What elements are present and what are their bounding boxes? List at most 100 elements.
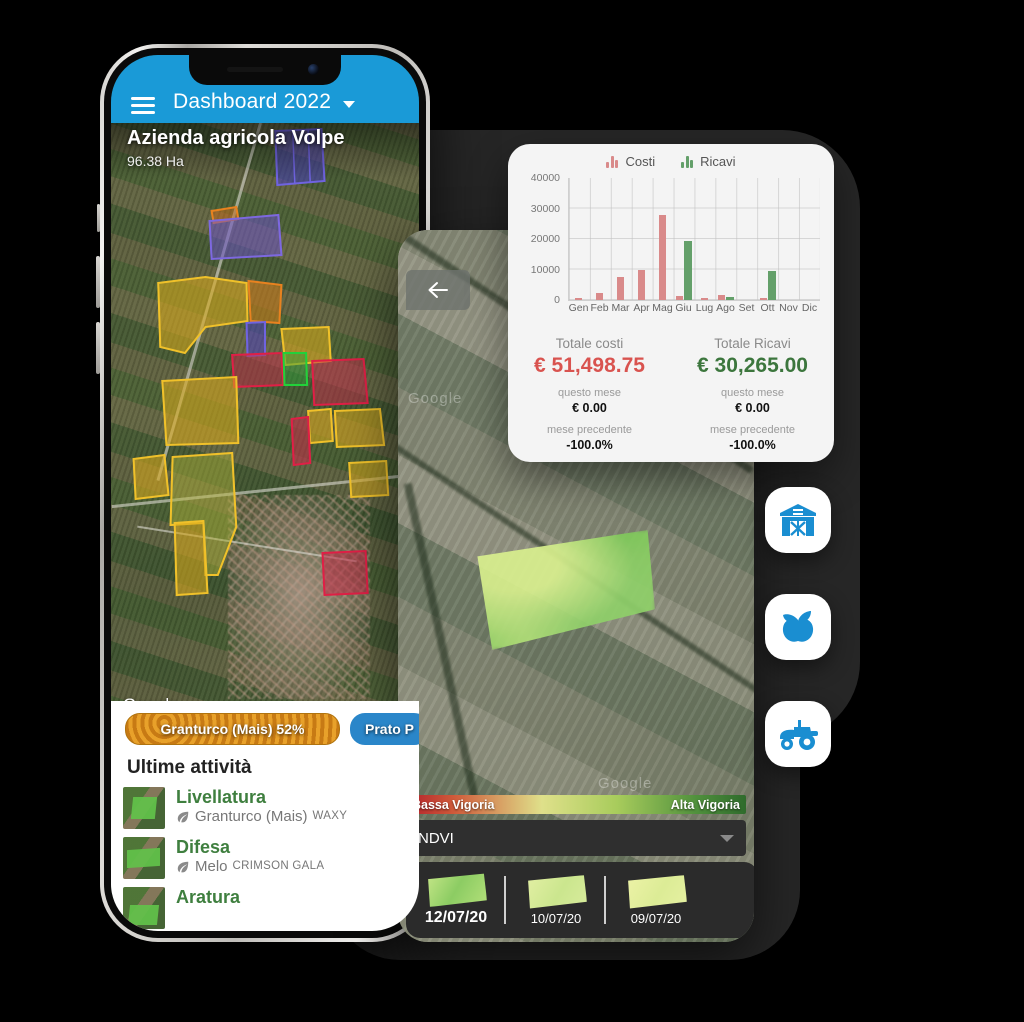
- vigor-high-label: Alta Vigoria: [670, 797, 740, 812]
- phone-mute-switch[interactable]: [97, 204, 100, 232]
- bar-group: [673, 178, 694, 300]
- this-month-value: € 0.00: [735, 401, 770, 415]
- ndvi-thumbnail-image: [628, 875, 687, 909]
- thumbnail-date: 10/07/20: [530, 910, 582, 926]
- total-costs-caption: Totale costi: [555, 336, 624, 351]
- x-tick-label: Gen: [568, 302, 589, 314]
- bar-costi: [658, 214, 667, 300]
- legend-label: Ricavi: [700, 154, 736, 169]
- caret-down-icon: [720, 834, 734, 842]
- ndvi-thumbnail-image: [528, 875, 587, 909]
- bar-ricavi: [684, 240, 692, 300]
- x-tick-label: Apr: [633, 302, 650, 314]
- back-button[interactable]: [406, 270, 470, 310]
- crop-name: Granturco (Mais): [195, 808, 308, 825]
- bar-group: [715, 178, 736, 300]
- activity-name: Aratura: [176, 887, 241, 907]
- phone-volume-down-button[interactable]: [96, 322, 100, 374]
- screenshot-canvas: Dashboard 2022 Azienda agricola Volpe 96…: [0, 0, 1024, 1022]
- fab-crops[interactable]: [765, 594, 831, 660]
- this-month-caption: questo mese: [721, 387, 784, 399]
- date-thumbnail[interactable]: 12/07/20: [406, 862, 506, 938]
- crop-chip-list: Granturco (Mais) 52% Prato P: [111, 701, 419, 745]
- y-tick-label: 0: [554, 294, 560, 306]
- activity-name: Livellatura: [176, 787, 267, 807]
- crop-variety: WAXY: [312, 810, 348, 822]
- x-tick-label: Nov: [779, 302, 798, 314]
- y-tick-label: 30000: [530, 202, 560, 215]
- front-camera: [308, 64, 319, 75]
- index-select-value: NDVI: [418, 829, 454, 847]
- y-tick-label: 40000: [530, 172, 560, 184]
- index-select[interactable]: NDVI: [406, 820, 746, 856]
- x-tick-label: Ago: [716, 302, 735, 314]
- crop-chip-granturco[interactable]: Granturco (Mais) 52%: [125, 713, 340, 745]
- legend-item-costi[interactable]: Costi: [606, 154, 655, 169]
- x-tick-label: Ott: [760, 302, 775, 314]
- chart-legend: Costi Ricavi: [508, 144, 834, 169]
- totals-row: Totale costi € 51,498.75 questo mese € 0…: [508, 336, 834, 452]
- prev-month-value: -100.0%: [729, 438, 776, 452]
- barn-icon: [780, 504, 816, 536]
- tractor-icon: [780, 720, 818, 750]
- fab-machinery[interactable]: [765, 701, 831, 767]
- crop-chip-prato[interactable]: Prato P: [350, 713, 419, 745]
- this-month-value: € 0.00: [572, 401, 607, 415]
- earpiece-speaker: [227, 67, 283, 72]
- vigor-legend-bar: Bassa Vigoria Alta Vigoria: [406, 795, 746, 814]
- list-item[interactable]: Livellatura Granturco (Mais) WAXY: [123, 785, 419, 835]
- x-tick-label: Giu: [675, 302, 692, 314]
- list-item[interactable]: Difesa Melo CRIMSON GALA: [123, 835, 419, 885]
- x-tick-label: Feb: [590, 302, 609, 314]
- total-revenue-value: € 30,265.00: [697, 354, 808, 377]
- total-costs-value: € 51,498.75: [534, 354, 645, 377]
- thumbnail-date: 09/07/20: [630, 910, 682, 926]
- bar-costi: [616, 277, 625, 300]
- bar-ricavi: [726, 296, 734, 300]
- legend-label: Costi: [625, 154, 656, 169]
- bar-group: [652, 178, 673, 300]
- activity-crop: Granturco (Mais) WAXY: [176, 807, 419, 826]
- y-tick-label: 10000: [530, 263, 560, 276]
- apple-icon: [782, 611, 814, 642]
- field-polygon-layer: [132, 127, 390, 597]
- bar-chart-icon: [681, 155, 694, 168]
- date-thumbnail[interactable]: 10/07/20: [506, 862, 606, 938]
- thumbnail-date: 12/07/20: [424, 909, 488, 926]
- phone-notch: [189, 55, 341, 85]
- x-axis-tick-labels: Gen Feb Mar Apr Mag Giu Lug Ago Set Ott Nov Dic: [568, 302, 820, 314]
- farm-area: 96.38 Ha: [127, 153, 184, 169]
- legend-item-ricavi[interactable]: Ricavi: [681, 154, 736, 169]
- caret-down-icon[interactable]: [343, 101, 356, 108]
- bar-costi: [700, 298, 709, 300]
- bar-chart-icon: [606, 155, 619, 168]
- hamburger-menu-icon[interactable]: [131, 97, 155, 114]
- total-costs: Totale costi € 51,498.75 questo mese € 0…: [508, 336, 671, 452]
- chart-bars: [568, 178, 820, 300]
- bar-group: [631, 178, 652, 300]
- date-thumbnail-strip[interactable]: 12/07/20 10/07/20 09/07/20: [406, 862, 754, 938]
- leaf-icon: [177, 861, 189, 872]
- date-thumbnail[interactable]: 09/07/20: [606, 862, 706, 938]
- activity-list: Livellatura Granturco (Mais) WAXY Difesa…: [111, 785, 419, 931]
- list-item[interactable]: Aratura: [123, 885, 419, 931]
- costs-revenue-card: Costi Ricavi 0 10000 20000 30000 40000 Gen Fe…: [508, 144, 834, 462]
- this-month-caption: questo mese: [558, 387, 621, 399]
- google-attribution: Google: [598, 775, 653, 792]
- bar-costi: [595, 293, 604, 300]
- farm-name: Azienda agricola Volpe: [127, 127, 345, 149]
- bar-group: [778, 178, 799, 300]
- ndvi-thumbnail-image: [428, 873, 487, 907]
- y-tick-label: 20000: [530, 233, 560, 245]
- google-attribution: Google: [408, 390, 463, 407]
- x-tick-label: Mar: [611, 302, 630, 314]
- phone-volume-up-button[interactable]: [96, 256, 100, 308]
- bar-group: [589, 178, 610, 300]
- prev-month-caption: mese precedente: [710, 424, 795, 436]
- farm-map[interactable]: Azienda agricola Volpe 96.38 Ha Google: [111, 123, 419, 723]
- crop-variety: CRIMSON GALA: [232, 860, 325, 872]
- bar-costi: [637, 269, 646, 300]
- fab-farm[interactable]: [765, 487, 831, 553]
- activity-name: Difesa: [176, 837, 231, 857]
- x-tick-label: Dic: [801, 302, 818, 314]
